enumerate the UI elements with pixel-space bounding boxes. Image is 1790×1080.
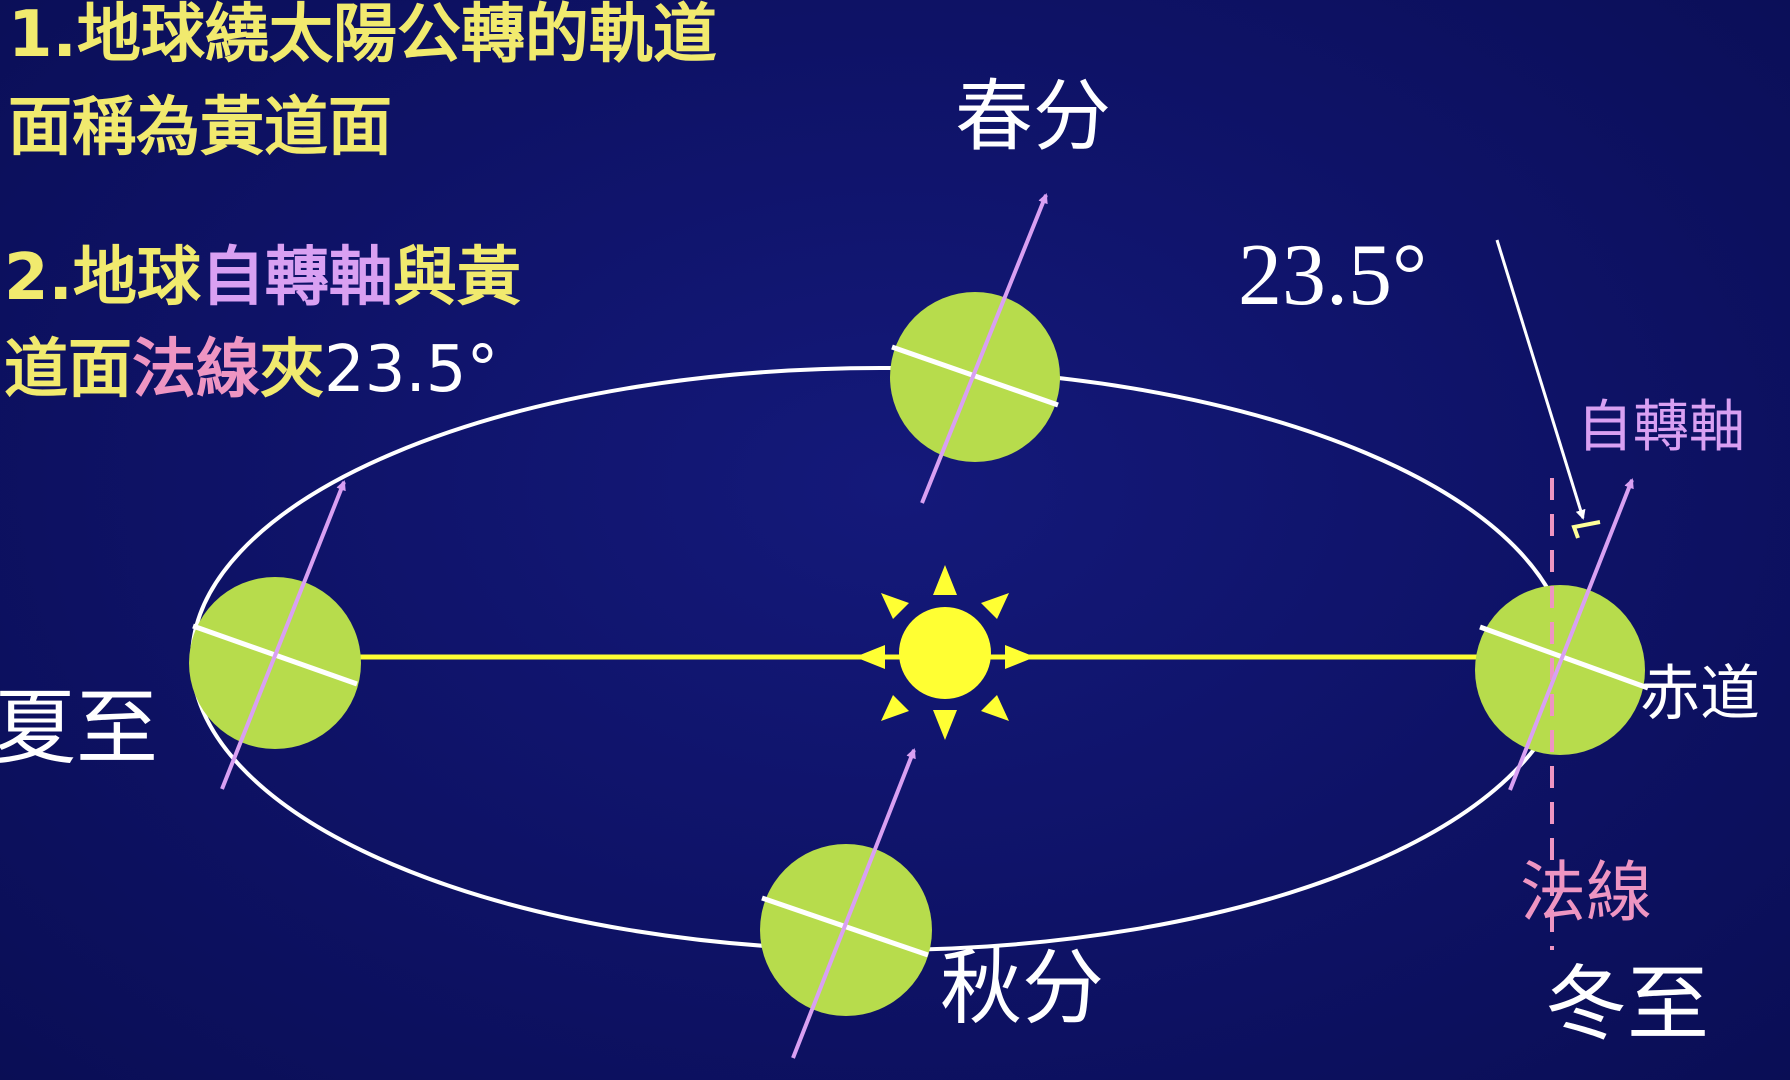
label-angle: 23.5°: [1238, 227, 1428, 324]
point2-line2: 道面法線夾23.5°: [4, 338, 499, 402]
earth-spring-equinox: [890, 193, 1060, 504]
label-summer-solstice: 夏至: [0, 681, 159, 776]
label-equator: 赤道: [1640, 659, 1760, 729]
earth-globe: [760, 844, 932, 1016]
earth-summer-solstice: [189, 480, 361, 790]
earth-winter-solstice: [1475, 239, 1649, 950]
label-winter-solstice: 冬至: [1545, 957, 1710, 1052]
earth-globe: [1475, 585, 1645, 755]
earth-autumn-equinox: [760, 748, 932, 1059]
label-spring-equinox: 春分: [955, 72, 1112, 162]
point2-line2-a: 道面: [4, 333, 132, 407]
angle-mark: [1571, 520, 1601, 539]
label-autumn-equinox: 秋分: [940, 941, 1105, 1036]
point2-line2-c: 夾: [260, 333, 324, 407]
label-normal-line: 法線: [1520, 854, 1652, 931]
earth-globe: [189, 577, 361, 749]
angle-pointer-arrow: [1495, 239, 1586, 520]
point2-line1: 2.地球自轉軸與黃: [4, 246, 521, 310]
point2-line1-c: 與黃: [392, 241, 521, 315]
sun-icon: [855, 565, 1035, 740]
point2-line2-d: 23.5°: [324, 333, 499, 407]
point1-line1: 1.地球繞太陽公轉的軌道: [8, 0, 717, 72]
point2-line2-b: 法線: [132, 333, 260, 407]
point2-line1-a: 2.地球: [4, 241, 201, 315]
label-rotation-axis: 自轉軸: [1577, 395, 1745, 460]
point1-line2: 面稱為黃道面: [8, 91, 392, 165]
point2-line1-b: 自轉軸: [200, 241, 393, 315]
diagram-stage: 1.地球繞太陽公轉的軌道 面稱為黃道面 2.地球自轉軸與黃 道面法線夾23.5°…: [0, 0, 1790, 1080]
